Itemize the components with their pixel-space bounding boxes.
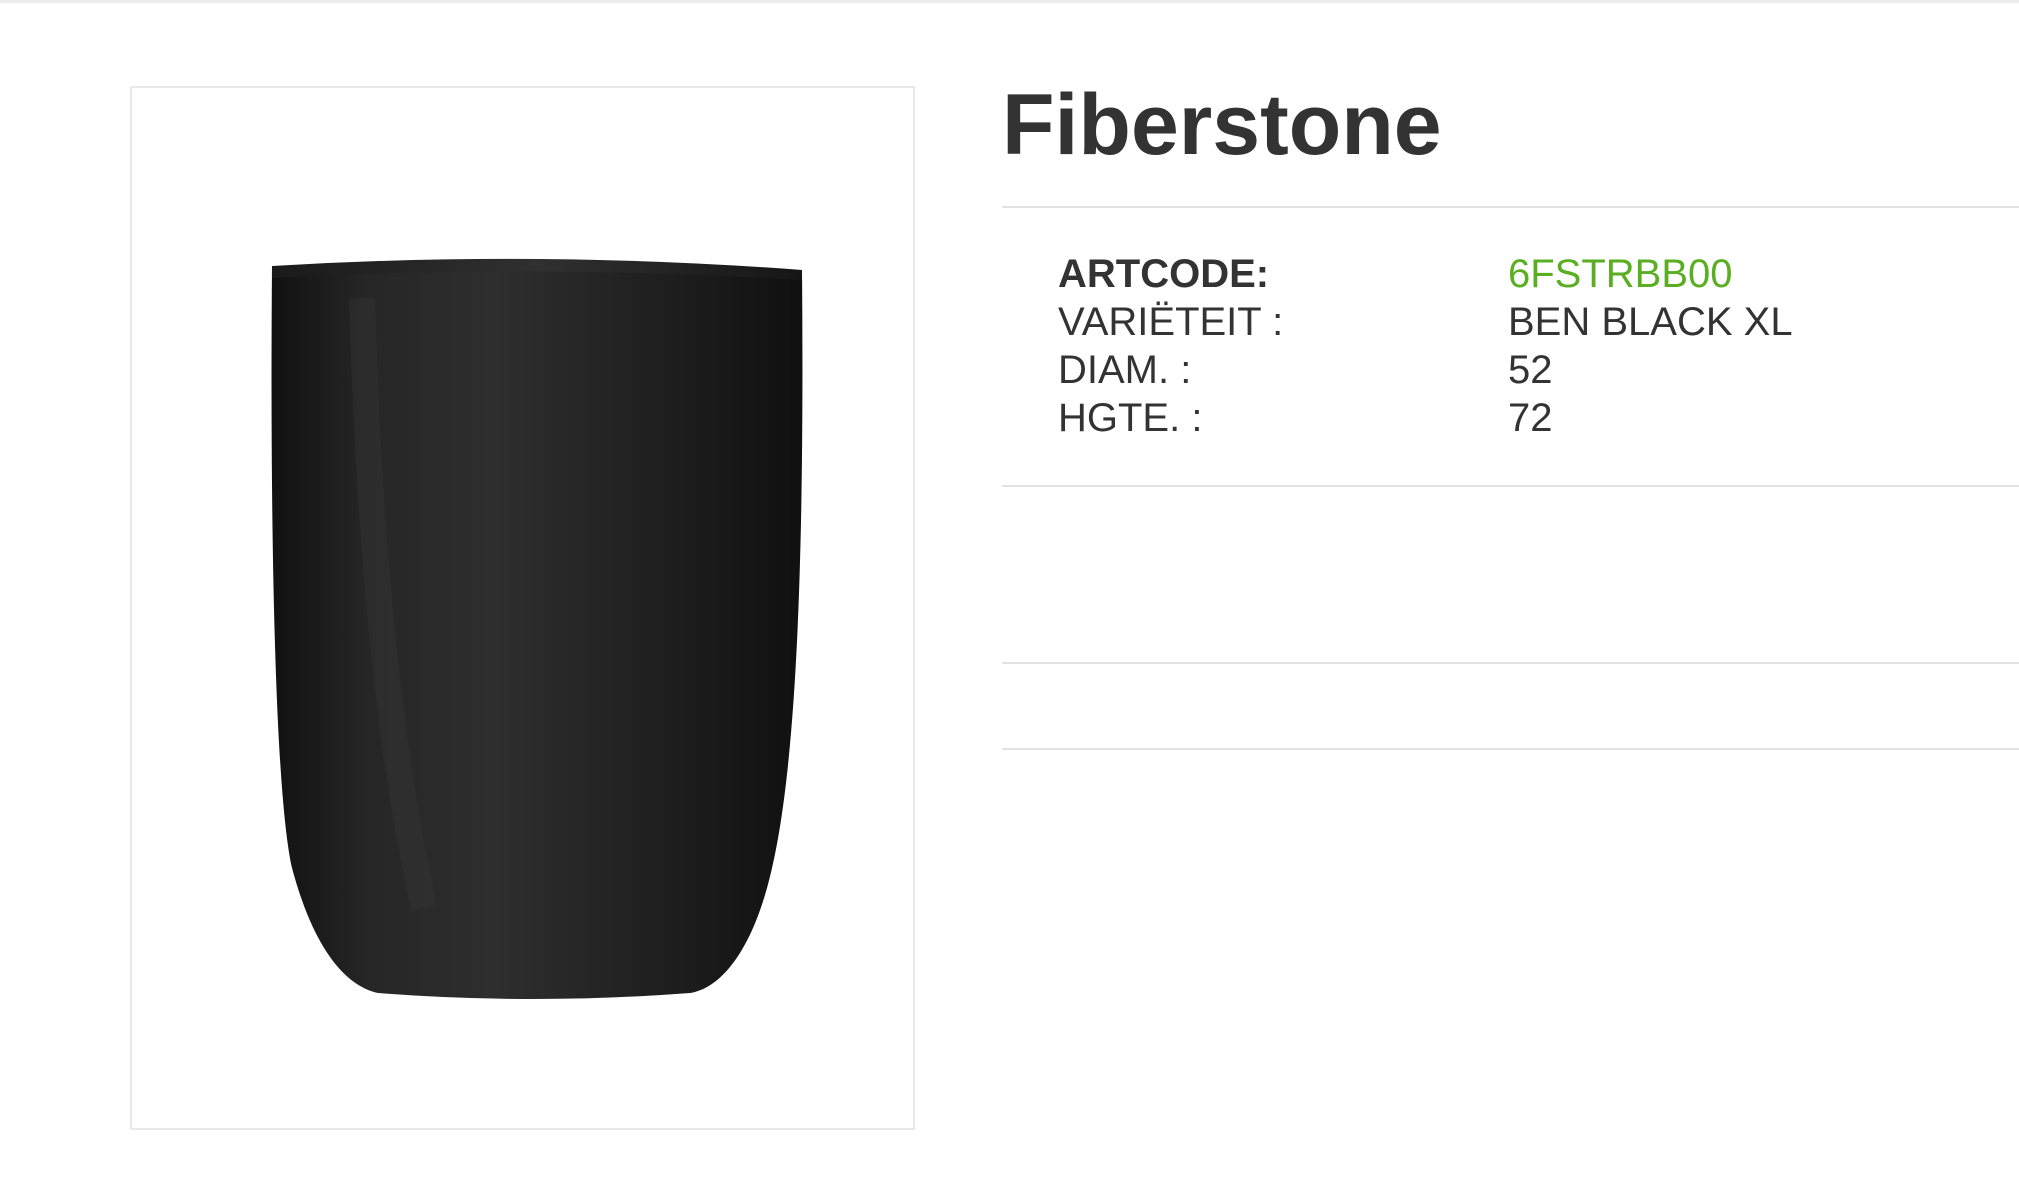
pot-body (271, 266, 803, 999)
divider (1002, 206, 2019, 208)
planter-pot-image (271, 258, 803, 999)
spec-label-diam: DIAM. : (1058, 348, 1192, 392)
top-border (0, 0, 2019, 3)
product-image[interactable] (130, 86, 915, 1130)
spec-table: ARTCODE: 6FSTRBB00 VARIËTEIT : BEN BLACK… (1058, 250, 1793, 442)
spec-row-hgte: HGTE. : 72 (1058, 394, 1793, 442)
spec-row-diam: DIAM. : 52 (1058, 346, 1793, 394)
spec-label-varieteit: VARIËTEIT : (1058, 300, 1284, 344)
spec-label-artcode: ARTCODE: (1058, 252, 1270, 296)
spec-value-diam: 52 (1508, 348, 1553, 392)
spec-row-varieteit: VARIËTEIT : BEN BLACK XL (1058, 298, 1793, 346)
divider (1002, 662, 2019, 664)
spec-value-varieteit: BEN BLACK XL (1508, 300, 1793, 344)
divider (1002, 485, 2019, 487)
divider (1002, 748, 2019, 750)
spec-label-hgte: HGTE. : (1058, 396, 1203, 440)
spec-row-artcode: ARTCODE: 6FSTRBB00 (1058, 250, 1793, 298)
spec-value-artcode: 6FSTRBB00 (1508, 252, 1733, 296)
product-title: Fiberstone (1002, 77, 1442, 173)
spec-value-hgte: 72 (1508, 396, 1553, 440)
